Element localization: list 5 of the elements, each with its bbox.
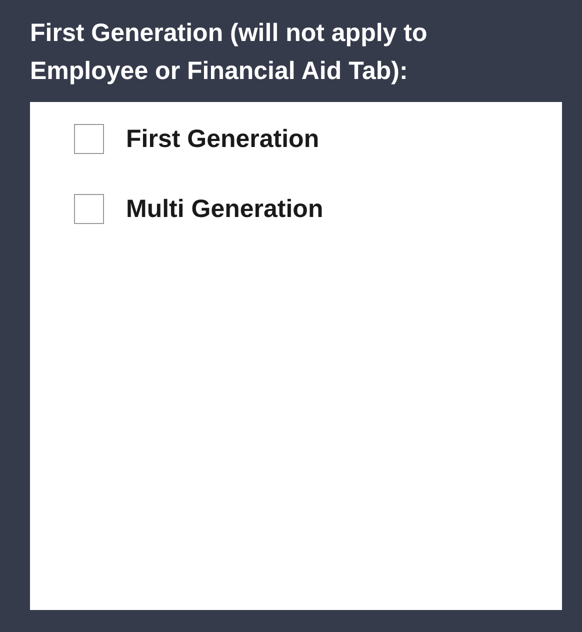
checkbox[interactable] — [74, 194, 104, 224]
checkbox-label[interactable]: Multi Generation — [126, 194, 324, 224]
section-heading: First Generation (will not apply to Employee or Financial Aid Tab): — [30, 18, 428, 87]
checkbox-label[interactable]: First Generation — [126, 124, 320, 154]
checkbox[interactable] — [74, 124, 104, 154]
